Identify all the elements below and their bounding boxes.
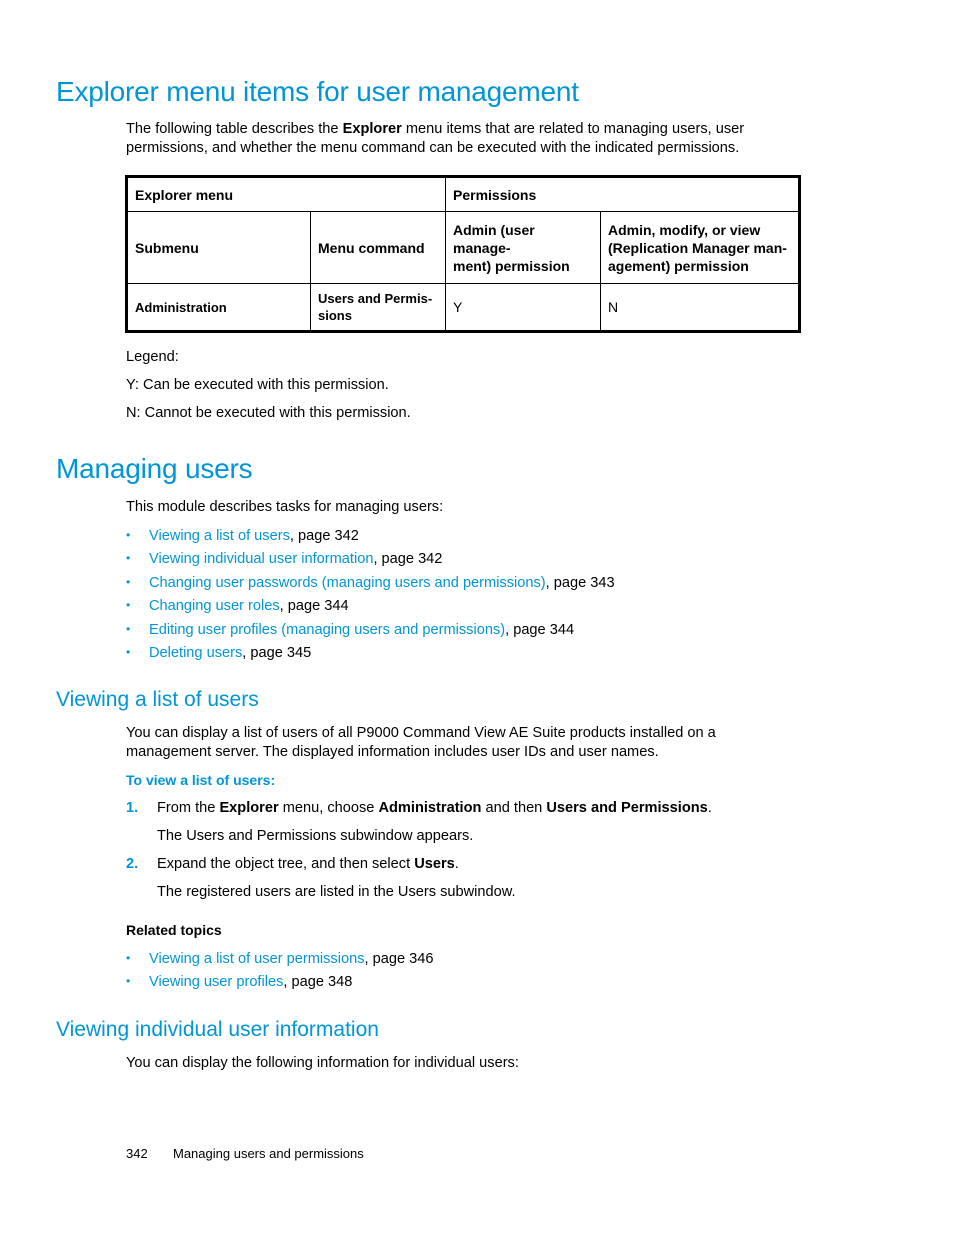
table-header-row-group: Explorer menu Permissions — [126, 176, 800, 212]
header-admin-permission: Admin (user manage- ment) permission — [445, 211, 601, 284]
list-item: • Viewing a list of user permissions, pag… — [126, 949, 433, 970]
viewing-individual-intro: You can display the following informatio… — [126, 1055, 519, 1071]
related-topics-title: Related topics — [126, 922, 222, 938]
procedure-title: To view a list of users: — [126, 772, 276, 788]
list-item: • Viewing individual user information, pa… — [126, 549, 442, 570]
list-item: • Changing user roles, page 344 — [126, 596, 349, 617]
link-viewing-user-permissions[interactable]: Viewing a list of user permissions — [149, 951, 365, 967]
link-viewing-list-of-users[interactable]: Viewing a list of users — [149, 528, 290, 544]
bullet-icon: • — [126, 575, 131, 589]
section-title-explorer-menu: Explorer menu items for user management — [56, 76, 579, 107]
section-title-viewing-individual: Viewing individual user information — [56, 1018, 379, 1041]
step-2-result: The registered users are listed in the U… — [157, 884, 516, 900]
page-ref: , page 343 — [545, 575, 615, 591]
legend-label: Legend: — [126, 349, 179, 365]
list-item: • Editing user profiles (managing users a… — [126, 620, 574, 641]
header-repl-line2: (Replication Manager man- — [608, 239, 787, 256]
intro-bold-explorer: Explorer — [342, 121, 402, 137]
step-text: . — [707, 800, 712, 816]
intro-text: menu items that are related to managing … — [401, 121, 745, 137]
cell-replication-value: N — [600, 283, 800, 332]
bullet-icon: • — [126, 622, 131, 636]
legend-item-y: Y: Can be executed with this permission. — [126, 377, 389, 393]
page-ref: , page 344 — [279, 598, 349, 614]
step-number: 1. — [126, 800, 139, 816]
cell-command-line2: sions — [318, 308, 352, 323]
list-item: • Changing user passwords (managing users… — [126, 573, 615, 594]
explorer-intro-line1: The following table describes the Explor… — [126, 120, 744, 140]
step-text: Expand the object tree, and then select — [157, 856, 415, 872]
link-changing-user-roles[interactable]: Changing user roles — [149, 598, 280, 614]
page-ref: , page 342 — [373, 551, 443, 567]
step-text: menu, choose — [278, 800, 379, 816]
bullet-icon: • — [126, 951, 131, 965]
table-header-row-columns: Submenu Menu command Admin (user manage-… — [126, 211, 800, 284]
page-ref: , page 344 — [505, 622, 575, 638]
section-title-managing-users: Managing users — [56, 453, 253, 484]
header-submenu: Submenu — [126, 211, 311, 284]
footer-page-number: 342 — [126, 1146, 148, 1161]
viewing-list-para-line1: You can display a list of users of all P… — [126, 725, 716, 741]
cell-admin-value: Y — [445, 283, 601, 332]
table-row: Administration Users and Permis- sions Y… — [126, 283, 800, 332]
bullet-icon: • — [126, 551, 131, 565]
link-editing-user-profiles[interactable]: Editing user profiles (managing users an… — [149, 622, 505, 638]
list-item: • Deleting users, page 345 — [126, 643, 311, 664]
step-2: 2. Expand the object tree, and then selec… — [126, 855, 459, 875]
link-viewing-individual-user-info[interactable]: Viewing individual user information — [149, 551, 373, 567]
step-bold: Users — [414, 856, 455, 872]
bullet-icon: • — [126, 528, 131, 542]
bullet-icon: • — [126, 645, 131, 659]
header-repl-line1: Admin, modify, or view — [608, 221, 761, 238]
step-1-result: The Users and Permissions subwindow appe… — [157, 828, 474, 844]
header-permissions: Permissions — [445, 176, 800, 212]
explorer-intro-line2: permissions, and whether the menu comman… — [126, 140, 740, 156]
header-replication-permission: Admin, modify, or view (Replication Mana… — [600, 211, 800, 284]
step-bold: Explorer — [219, 800, 279, 816]
header-menu-command: Menu command — [310, 211, 446, 284]
cell-command-line1: Users and Permis- — [318, 291, 433, 306]
footer-chapter-title: Managing users and permissions — [173, 1146, 364, 1161]
link-viewing-user-profiles[interactable]: Viewing user profiles — [149, 974, 283, 990]
list-item: • Viewing user profiles, page 348 — [126, 972, 352, 993]
step-text: From the — [157, 800, 220, 816]
list-item: • Viewing a list of users, page 342 — [126, 526, 359, 547]
page-ref: , page 342 — [289, 528, 359, 544]
cell-menu-command: Users and Permis- sions — [310, 283, 446, 332]
step-text: and then — [481, 800, 547, 816]
header-explorer-menu: Explorer menu — [126, 176, 446, 212]
cell-submenu: Administration — [126, 283, 311, 332]
step-bold: Administration — [378, 800, 482, 816]
step-text: . — [454, 856, 459, 872]
page-ref: , page 345 — [242, 645, 312, 661]
bullet-icon: • — [126, 598, 131, 612]
intro-text: The following table describes the — [126, 121, 343, 137]
step-bold: Users and Permissions — [546, 800, 708, 816]
section-title-viewing-list: Viewing a list of users — [56, 688, 259, 711]
viewing-list-para-line2: management server. The displayed informa… — [126, 744, 659, 760]
legend-item-n: N: Cannot be executed with this permissi… — [126, 405, 411, 421]
page-ref: , page 346 — [364, 951, 434, 967]
managing-intro: This module describes tasks for managing… — [126, 499, 444, 515]
bullet-icon: • — [126, 974, 131, 988]
step-number: 2. — [126, 856, 139, 872]
header-admin-line1: Admin (user manage- — [453, 221, 535, 256]
step-1: 1. From the Explorer menu, choose Adminis… — [126, 799, 712, 819]
link-deleting-users[interactable]: Deleting users — [149, 645, 242, 661]
permissions-table: Explorer menu Permissions Submenu Menu c… — [125, 175, 801, 333]
header-admin-line2: ment) permission — [453, 257, 570, 274]
link-changing-user-passwords[interactable]: Changing user passwords (managing users … — [149, 575, 546, 591]
page-ref: , page 348 — [283, 974, 353, 990]
header-repl-line3: agement) permission — [608, 257, 749, 274]
